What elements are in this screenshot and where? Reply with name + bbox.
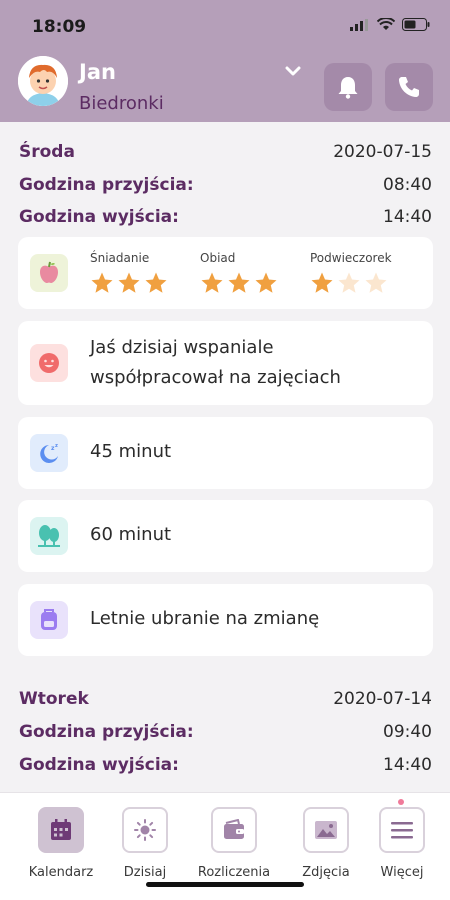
departure-time: 14:40 <box>383 207 432 227</box>
tab-rozliczenia[interactable]: Rozliczenia <box>186 807 282 880</box>
star-filled-icon <box>255 272 277 293</box>
svg-text:z: z <box>55 443 58 449</box>
status-icons <box>350 18 430 31</box>
arrival-label: Godzina przyjścia: <box>19 175 194 195</box>
rating-snack <box>310 271 388 295</box>
arrival-time: 08:40 <box>383 175 432 195</box>
wallet-icon <box>211 807 257 853</box>
child-avatar[interactable] <box>18 56 68 106</box>
battery-icon <box>402 18 430 31</box>
sleep-card: z z 45 minut <box>18 417 433 489</box>
notifications-button[interactable] <box>324 63 372 111</box>
calendar-icon <box>38 807 84 853</box>
status-bar: 18:09 <box>0 0 450 52</box>
arrival-label: Godzina przyjścia: <box>19 722 194 742</box>
rating-lunch <box>200 271 278 295</box>
image-icon <box>303 807 349 853</box>
arrival-time: 09:40 <box>383 722 432 742</box>
notification-dot <box>398 799 404 805</box>
smiley-icon <box>30 344 68 382</box>
trees-icon <box>30 517 68 555</box>
sun-icon <box>122 807 168 853</box>
tab-label: Kalendarz <box>28 865 94 880</box>
star-filled-icon <box>311 272 333 293</box>
departure-label: Godzina wyjścia: <box>19 207 179 227</box>
outdoor-duration: 60 minut <box>90 524 172 545</box>
wifi-icon <box>377 18 395 30</box>
tab-wiecej[interactable]: Więcej <box>354 807 450 880</box>
tab-label: Więcej <box>380 865 424 880</box>
rating-breakfast <box>90 271 168 295</box>
day-date: 2020-07-15 <box>333 142 432 162</box>
day-row-tuesday: Wtorek 2020-07-14 <box>19 689 432 709</box>
outdoor-card: 60 minut <box>18 500 433 572</box>
meal-label-lunch: Obiad <box>200 251 236 265</box>
apple-icon <box>30 254 68 292</box>
note-card: Jaś dzisiaj wspaniale współpracował na z… <box>18 321 433 405</box>
teacher-note: Jaś dzisiaj wspaniale współpracował na z… <box>90 337 341 388</box>
status-time: 18:09 <box>32 17 87 37</box>
chevron-down-icon[interactable] <box>285 66 301 77</box>
phone-icon <box>399 77 419 97</box>
star-filled-icon <box>118 272 140 293</box>
tab-kalendarz[interactable]: Kalendarz <box>13 807 109 880</box>
star-filled-icon <box>201 272 223 293</box>
tab-dzisiaj[interactable]: Dzisiaj <box>97 807 193 880</box>
meal-label-snack: Podwieczorek <box>310 251 392 265</box>
clothes-note: Letnie ubranie na zmianę <box>90 608 320 629</box>
star-empty-icon <box>365 272 387 293</box>
backpack-icon <box>30 601 68 639</box>
tab-label: Dzisiaj <box>123 865 167 880</box>
sleep-duration: 45 minut <box>90 441 172 462</box>
arrival-row: Godzina przyjścia: 08:40 <box>19 175 432 195</box>
departure-row: Godzina wyjścia: 14:40 <box>19 207 432 227</box>
star-filled-icon <box>228 272 250 293</box>
star-filled-icon <box>91 272 113 293</box>
app-header: 18:09 Jan Biedronki <box>0 0 450 122</box>
meals-card: Śniadanie Obiad Podwieczorek <box>18 237 433 309</box>
day-date: 2020-07-14 <box>333 689 432 709</box>
departure-row: Godzina wyjścia: 14:40 <box>19 755 432 775</box>
day-row-wednesday: Środa 2020-07-15 <box>19 142 432 162</box>
departure-label: Godzina wyjścia: <box>19 755 179 775</box>
home-indicator <box>146 882 304 887</box>
departure-time: 14:40 <box>383 755 432 775</box>
day-name: Środa <box>19 142 75 162</box>
bell-icon <box>338 77 358 99</box>
day-name: Wtorek <box>19 689 89 709</box>
group-name: Biedronki <box>79 93 164 114</box>
menu-icon <box>379 807 425 853</box>
child-name[interactable]: Jan <box>79 60 116 84</box>
meal-label-breakfast: Śniadanie <box>90 251 150 265</box>
tab-label: Rozliczenia <box>197 865 271 880</box>
clothes-card: Letnie ubranie na zmianę <box>18 584 433 656</box>
arrival-row: Godzina przyjścia: 09:40 <box>19 722 432 742</box>
star-filled-icon <box>145 272 167 293</box>
signal-icon <box>350 18 368 31</box>
moon-icon: z z <box>30 434 68 472</box>
star-empty-icon <box>338 272 360 293</box>
call-button[interactable] <box>385 63 433 111</box>
